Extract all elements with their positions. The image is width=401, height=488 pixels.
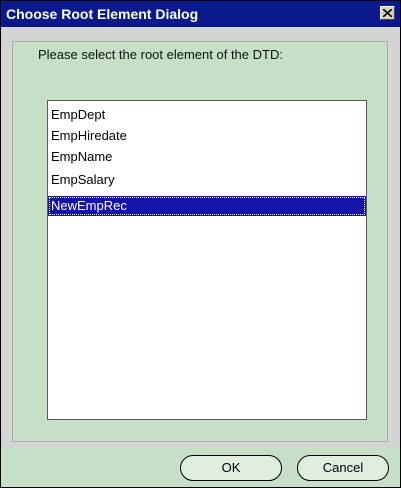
cancel-button[interactable]: Cancel <box>297 455 389 481</box>
prompt-label: Please select the root element of the DT… <box>38 47 283 62</box>
dialog-window: Choose Root Element Dialog Please select… <box>0 0 401 488</box>
list-item[interactable]: EmpName <box>48 147 366 167</box>
window-title: Choose Root Element Dialog <box>6 6 199 22</box>
list-item[interactable]: EmpHiredate <box>48 126 366 146</box>
close-button[interactable] <box>380 6 395 20</box>
root-element-list[interactable]: EmpDept EmpHiredate EmpName EmpSalary Ne… <box>47 100 367 420</box>
close-icon <box>383 9 392 17</box>
ok-button[interactable]: OK <box>180 455 282 481</box>
list-item-selected[interactable]: NewEmpRec <box>48 196 366 216</box>
button-bar: OK Cancel <box>1 447 400 487</box>
list-item[interactable]: EmpDept <box>48 105 366 125</box>
title-bar[interactable]: Choose Root Element Dialog <box>1 1 400 27</box>
list-item[interactable]: EmpSalary <box>48 170 366 190</box>
